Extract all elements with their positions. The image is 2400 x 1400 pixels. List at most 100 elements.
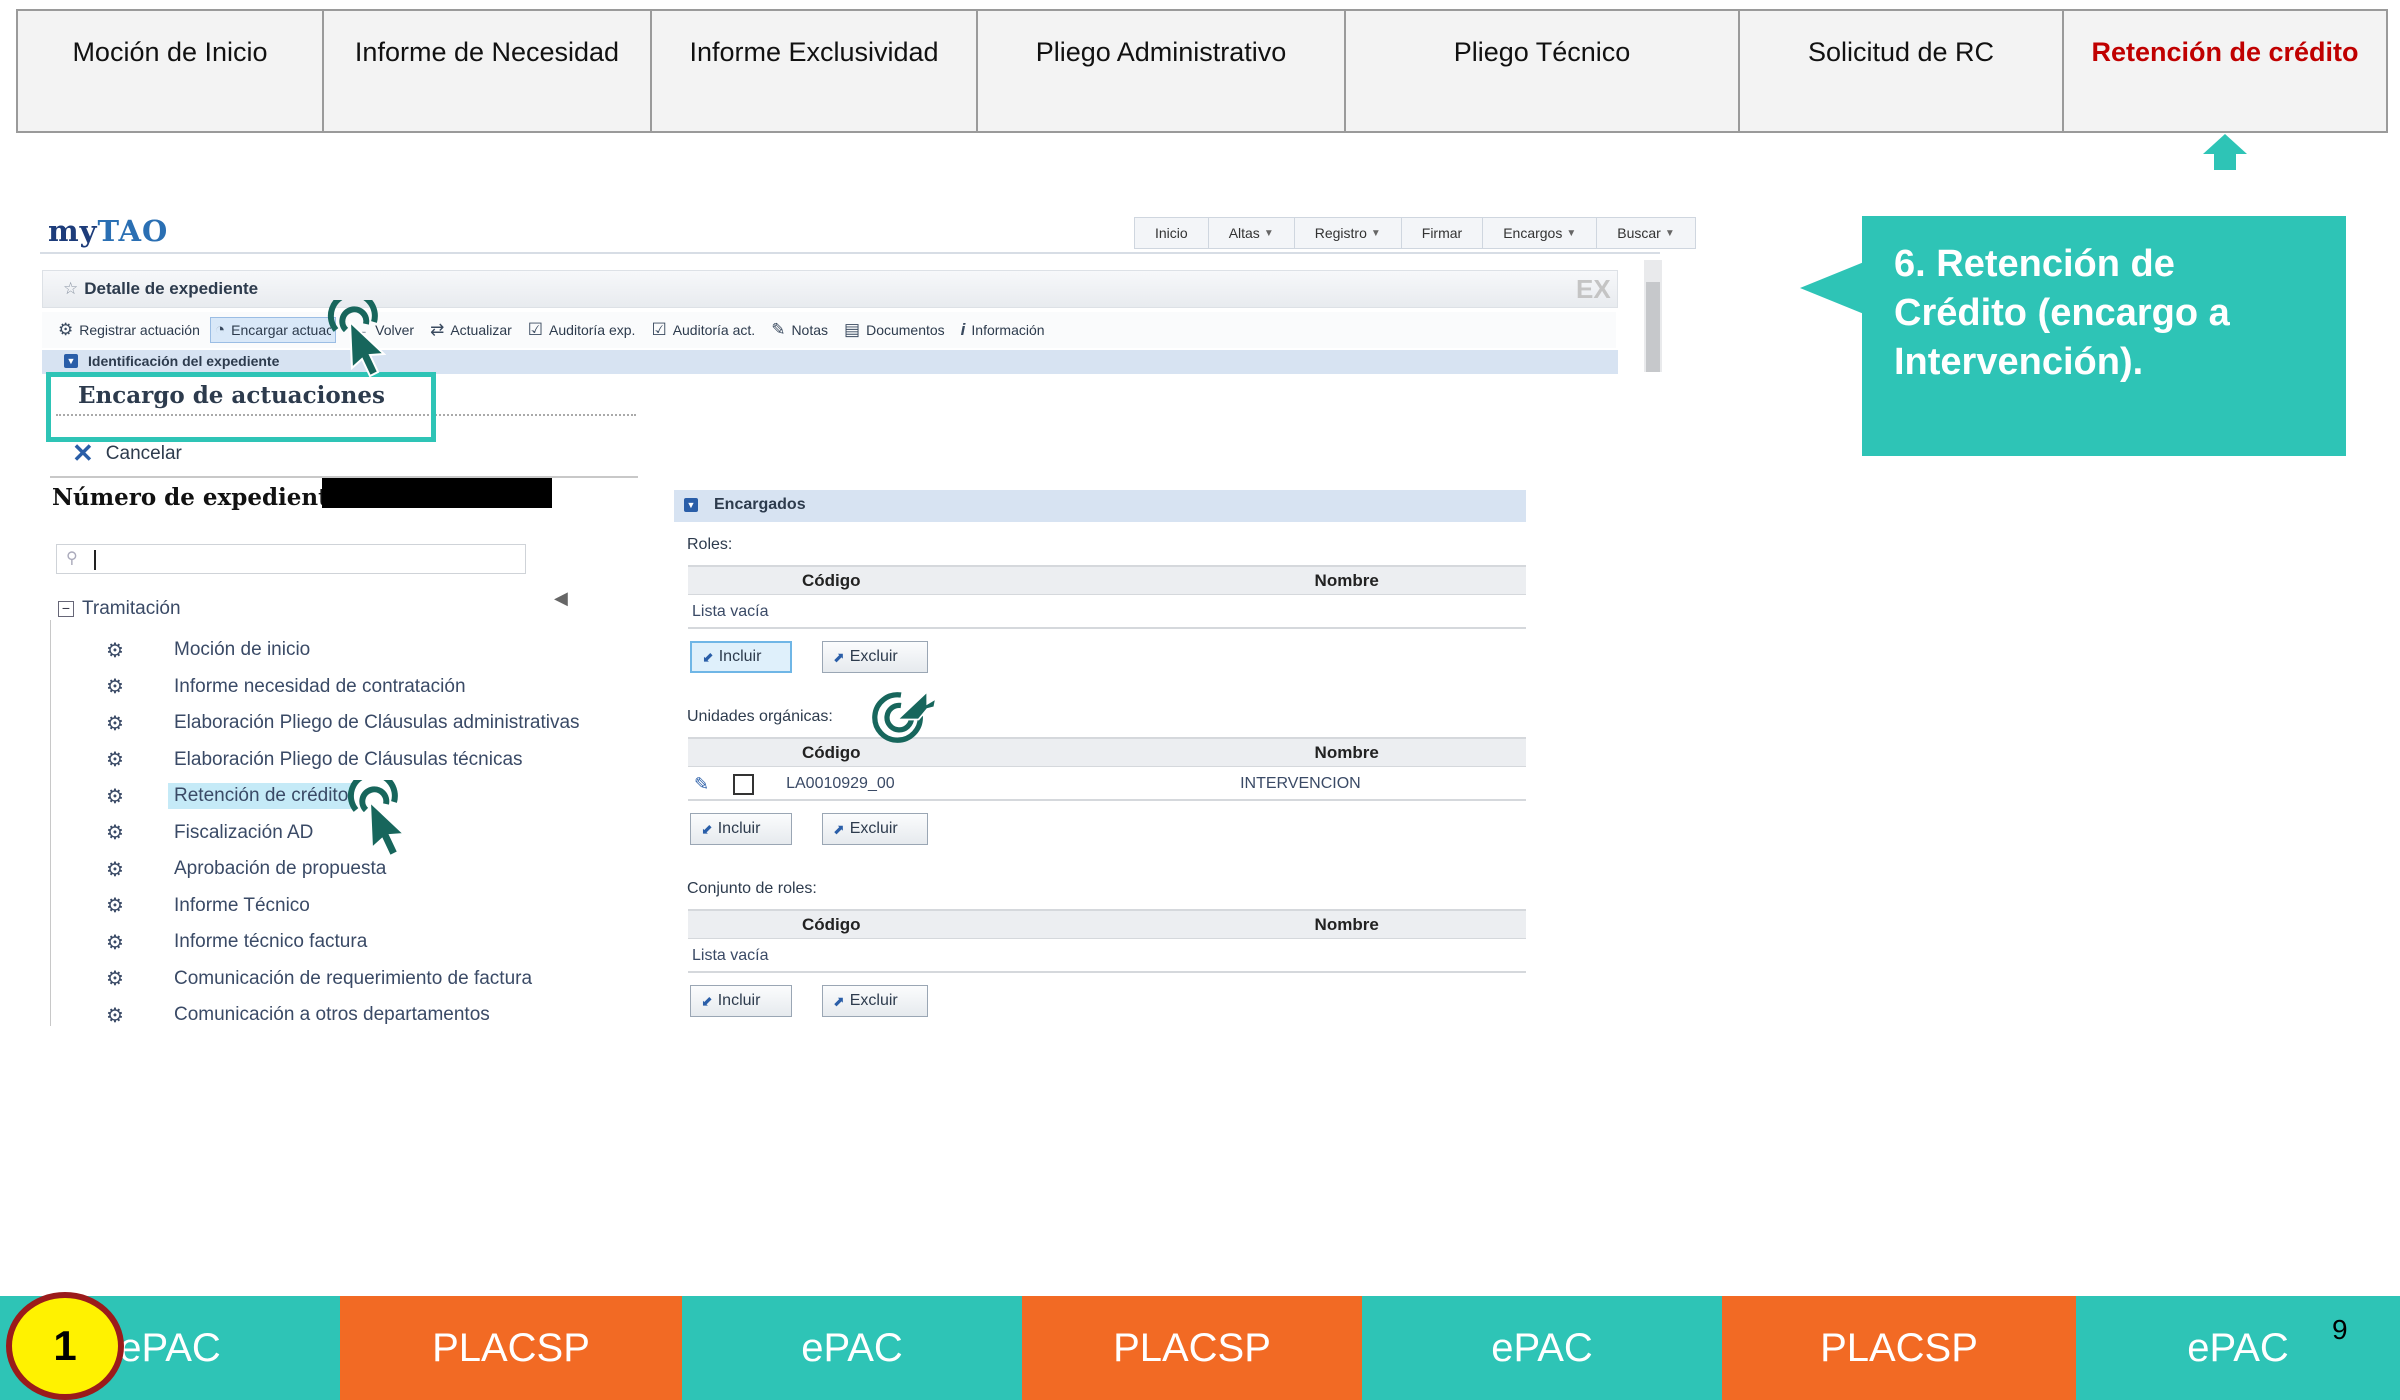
actualizar-button[interactable]: ⇄ Actualizar	[430, 320, 512, 340]
notas-button[interactable]: ✎ Notas	[771, 320, 828, 340]
step-label: Informe Exclusividad	[689, 37, 939, 67]
documentos-button[interactable]: ▤ Documentos	[844, 320, 945, 340]
tree-item[interactable]: ⚙ Informe técnico factura	[106, 924, 586, 961]
bottom-tab-epac: ePAC	[1362, 1296, 1722, 1400]
nav-firmar[interactable]: Firmar	[1402, 218, 1484, 248]
star-icon[interactable]: ☆	[63, 279, 78, 298]
expediente-label: Número de expediente :	[52, 484, 360, 511]
column-header-codigo: Código	[802, 570, 861, 590]
roles-incluir-button[interactable]: ⬋ Incluir	[690, 641, 792, 673]
callout-pointer	[1800, 262, 1864, 314]
edit-icon[interactable]: ✎	[694, 774, 709, 795]
step-informe-necesidad[interactable]: Informe de Necesidad	[324, 11, 652, 131]
bottom-platform-bar: ePAC PLACSP ePAC PLACSP ePAC PLACSP ePAC	[0, 1296, 2400, 1400]
toolbar: ⚙Registrar actuación ◔Encargar actuación…	[42, 312, 1616, 348]
chevron-down-icon: ▼	[1263, 227, 1274, 239]
bottom-tab-epac: ePAC	[2076, 1296, 2400, 1400]
tree-item[interactable]: ⚙ Informe necesidad de contratación	[106, 669, 586, 706]
refresh-icon: ⇄	[430, 320, 445, 339]
conjunto-roles-label: Conjunto de roles:	[687, 880, 817, 897]
tree-item[interactable]: ⚙ Informe Técnico	[106, 888, 586, 925]
step-pliego-tecnico[interactable]: Pliego Técnico	[1346, 11, 1740, 131]
encargar-actuacion-button[interactable]: ◔Encargar actuación	[209, 317, 337, 343]
tree-item[interactable]: ⚙ Comunicación a otros departamentos	[106, 997, 586, 1034]
nav-registro[interactable]: Registro ▼	[1295, 218, 1402, 248]
step-number-badge: 1	[6, 1292, 124, 1400]
search-icon: ⚲	[66, 550, 78, 567]
unidades-organicas-label: Unidades orgánicas:	[687, 708, 833, 725]
exclude-icon: ⬈	[833, 820, 845, 837]
tree-item[interactable]: ⚙ Moción de inicio	[106, 632, 586, 669]
detail-header: ☆ Detalle de expediente	[42, 270, 1618, 308]
unidades-row[interactable]: ✎ LA0010929_00 INTERVENCION	[688, 769, 1526, 801]
close-icon: ✕	[72, 438, 94, 468]
informacion-button[interactable]: i Información	[961, 320, 1045, 340]
registrar-actuacion-button[interactable]: ⚙ Registrar actuación	[58, 320, 200, 340]
nav-altas[interactable]: Altas ▼	[1209, 218, 1295, 248]
column-header-nombre: Nombre	[1314, 742, 1379, 762]
step-solicitud-rc[interactable]: Solicitud de RC	[1740, 11, 2064, 131]
tree-item[interactable]: ⚙ Comunicación de requerimiento de factur…	[106, 961, 586, 998]
expediente-badge: EX	[1576, 274, 1611, 304]
roles-excluir-button[interactable]: ⬈ Excluir	[822, 641, 928, 673]
step-informe-exclusividad[interactable]: Informe Exclusividad	[652, 11, 978, 131]
chevron-down-icon[interactable]: ▼	[684, 498, 698, 512]
unidades-excluir-button[interactable]: ⬈ Excluir	[822, 813, 928, 845]
auditoria-act-button[interactable]: ☑ Auditoría act.	[651, 320, 755, 340]
step-pliego-administrativo[interactable]: Pliego Administrativo	[978, 11, 1346, 131]
conjunto-incluir-button[interactable]: ⬋ Incluir	[690, 985, 792, 1017]
bottom-tab-placsp: PLACSP	[1722, 1296, 2076, 1400]
auditoria-exp-button[interactable]: ☑ Auditoría exp.	[528, 320, 636, 340]
tree-search-input[interactable]	[56, 544, 526, 574]
document-icon: ▤	[844, 320, 861, 339]
chevron-down-icon: ▼	[1370, 227, 1381, 239]
column-header-nombre: Nombre	[1314, 914, 1379, 934]
unidades-incluir-button[interactable]: ⬋ Incluir	[690, 813, 792, 845]
chevron-down-icon[interactable]: ▼	[64, 354, 78, 368]
nav-buscar[interactable]: Buscar ▼	[1597, 218, 1694, 248]
bottom-tab-placsp: PLACSP	[1022, 1296, 1362, 1400]
include-icon: ⬋	[702, 648, 714, 665]
collapse-left-icon[interactable]: ◀	[554, 588, 568, 609]
scrollbar-thumb[interactable]	[1646, 282, 1660, 372]
step-retencion-credito[interactable]: Retención de crédito	[2064, 11, 2386, 131]
tree-item[interactable]: ⚙ Elaboración Pliego de Cláusulas técnica…	[106, 742, 586, 779]
clipboard-check-icon: ☑	[527, 320, 544, 339]
row-checkbox[interactable]	[733, 773, 755, 795]
cancel-button[interactable]: ✕ Cancelar	[72, 438, 182, 469]
gear-icon: ⚙	[106, 749, 124, 772]
encargados-header[interactable]: Encargados	[674, 490, 1526, 522]
nav-encargos[interactable]: Encargos ▼	[1483, 218, 1598, 248]
gear-icon: ⚙	[106, 1004, 124, 1027]
click-cursor-icon	[347, 780, 407, 858]
gear-icon: ⚙	[106, 639, 124, 662]
include-icon: ⬋	[701, 992, 713, 1009]
nav-inicio[interactable]: Inicio	[1135, 218, 1209, 248]
detail-title: Detalle de expediente	[84, 279, 259, 298]
info-icon: i	[960, 320, 966, 339]
step-label: Retención de crédito	[2091, 37, 2359, 67]
tree-root-label: Tramitación	[82, 598, 181, 619]
paperclip-icon: ✎	[771, 320, 786, 339]
callout-text: 6. Retención de Crédito (encargo a Inter…	[1894, 243, 2230, 383]
roles-empty-row: Lista vacía	[688, 597, 1526, 629]
step-label: Informe de Necesidad	[354, 37, 620, 67]
cancel-label: Cancelar	[105, 442, 182, 464]
step-mocion-inicio[interactable]: Moción de Inicio	[18, 11, 324, 131]
conjunto-grid-header: Código Nombre	[688, 909, 1526, 939]
roles-label: Roles:	[687, 536, 733, 553]
conjunto-empty-row: Lista vacía	[688, 941, 1526, 973]
codigo-cell: LA0010929_00	[786, 775, 895, 792]
conjunto-excluir-button[interactable]: ⬈ Excluir	[822, 985, 928, 1017]
gear-icon: ⚙	[106, 931, 124, 954]
identificacion-expediente-bar[interactable]: Identificación del expediente	[42, 350, 1618, 374]
gear-icon: ⚙	[106, 822, 124, 845]
tree-item[interactable]: ⚙ Elaboración Pliego de Cláusulas adminis…	[106, 705, 586, 742]
highlight-box	[46, 372, 436, 442]
tree-root-tramitacion[interactable]: − Tramitación	[58, 598, 181, 620]
bottom-tab-placsp: PLACSP	[340, 1296, 682, 1400]
collapse-minus-icon[interactable]: −	[58, 601, 74, 617]
divider	[40, 252, 1660, 254]
gear-icon: ⚙	[58, 320, 74, 339]
column-header-nombre: Nombre	[1314, 570, 1379, 590]
